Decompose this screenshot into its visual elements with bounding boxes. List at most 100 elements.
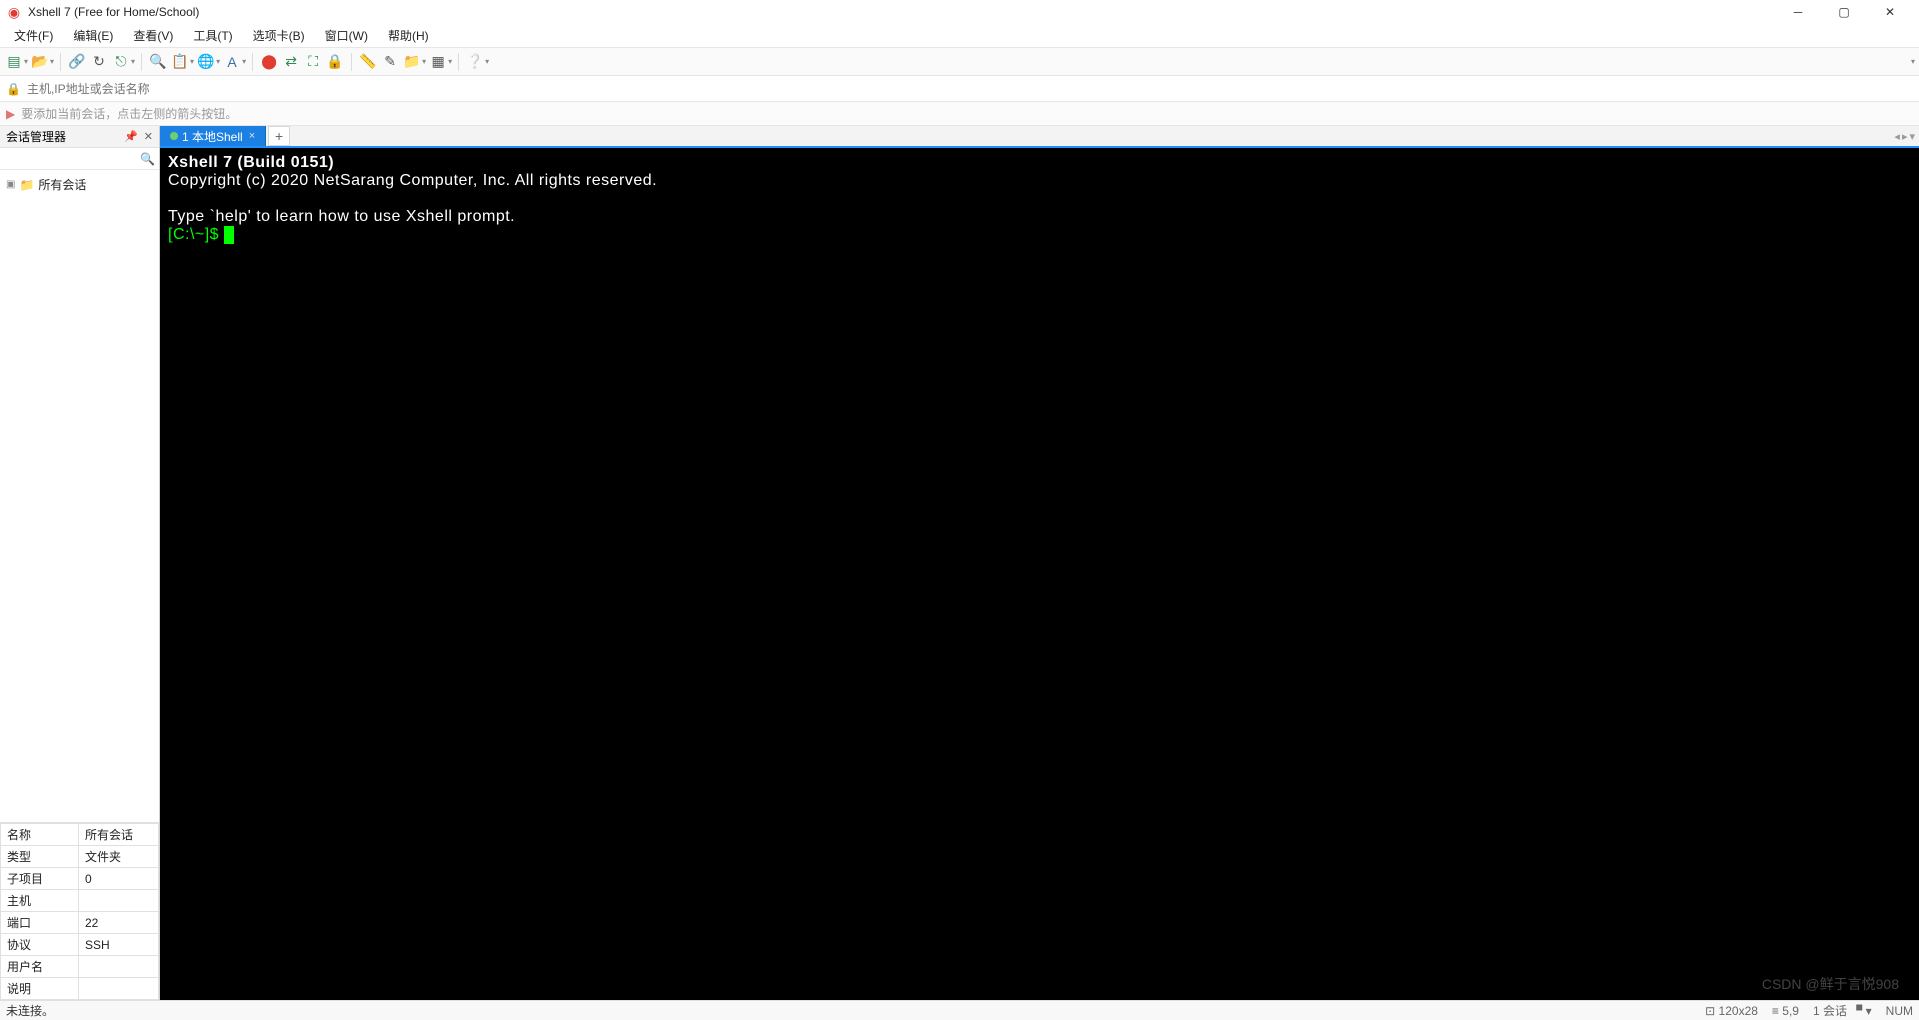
tab-next-icon[interactable]: ▸ [1902, 130, 1908, 143]
prop-row: 名称所有会话 [1, 824, 159, 846]
prop-val [79, 890, 159, 912]
swap-icon[interactable]: ⇄ [281, 52, 301, 72]
tab-strip: 1 本地Shell × + ◂ ▸ ▾ [160, 126, 1919, 148]
menu-view[interactable]: 查看(V) [125, 25, 181, 46]
prop-key: 主机 [1, 890, 79, 912]
help-icon[interactable]: ❔ [465, 52, 485, 72]
prop-key: 子项目 [1, 868, 79, 890]
tab-list-icon[interactable]: ▾ [1909, 130, 1915, 143]
prop-key: 协议 [1, 934, 79, 956]
separator [60, 53, 61, 71]
tab-prev-icon[interactable]: ◂ [1894, 130, 1900, 143]
sidebar-search[interactable]: 🔍 [0, 148, 159, 170]
ruler-icon[interactable]: 📏 [358, 52, 378, 72]
dropdown-icon[interactable]: ▾ [242, 57, 246, 66]
separator [458, 53, 459, 71]
menubar: 文件(F) 编辑(E) 查看(V) 工具(T) 选项卡(B) 窗口(W) 帮助(… [0, 24, 1919, 48]
fullscreen-icon[interactable]: ⛶ [303, 52, 323, 72]
session-properties: 名称所有会话 类型文件夹 子项目0 主机 端口22 协议SSH 用户名 说明 [0, 822, 159, 1000]
menu-tab[interactable]: 选项卡(B) [245, 25, 313, 46]
tab-label: 1 本地Shell [182, 128, 243, 145]
menu-tools[interactable]: 工具(T) [185, 25, 240, 46]
terminal-line: Copyright (c) 2020 NetSarang Computer, I… [168, 172, 657, 189]
hint-bar: ▶ 要添加当前会话，点击左侧的箭头按钮。 [0, 102, 1919, 126]
terminal-line: Type `help' to learn how to use Xshell p… [168, 208, 515, 225]
minimize-button[interactable]: ─ [1775, 0, 1821, 24]
prop-val: 22 [79, 912, 159, 934]
flag-icon: ▶ [6, 107, 15, 121]
terminal-prompt: [C:\~]$ [168, 226, 224, 243]
disconnect-icon[interactable]: ⎋ [111, 52, 131, 72]
content-area: 1 本地Shell × + ◂ ▸ ▾ Xshell 7 (Build 0151… [160, 126, 1919, 1000]
prop-key: 名称 [1, 824, 79, 846]
dropdown-icon[interactable]: ▾ [24, 57, 28, 66]
status-caps: NUM [1886, 1004, 1913, 1018]
lock-icon: 🔒 [6, 82, 21, 96]
close-button[interactable]: ✕ [1867, 0, 1913, 24]
pin-icon[interactable]: 📌 [124, 130, 138, 143]
workspace: 会话管理器 📌 ✕ 🔍 ▣ 📁 所有会话 名称所有会话 类型文件夹 子项目0 主… [0, 126, 1919, 1000]
titlebar: ◉ Xshell 7 (Free for Home/School) ─ ▢ ✕ [0, 0, 1919, 24]
status-dot-icon [170, 132, 178, 140]
terminal[interactable]: Xshell 7 (Build 0151) Copyright (c) 2020… [160, 148, 1919, 1000]
prop-val [79, 978, 159, 1000]
app-icon: ◉ [6, 4, 22, 20]
separator [141, 53, 142, 71]
expand-icon[interactable]: ▣ [6, 179, 15, 190]
session-manager-panel: 会话管理器 📌 ✕ 🔍 ▣ 📁 所有会话 名称所有会话 类型文件夹 子项目0 主… [0, 126, 160, 1000]
prop-row: 主机 [1, 890, 159, 912]
lock-icon[interactable]: 🔒 [325, 52, 345, 72]
status-connection: 未连接。 [6, 1002, 54, 1019]
close-panel-icon[interactable]: ✕ [144, 130, 153, 143]
status-term-size: ⊡ 120x28 [1705, 1004, 1758, 1018]
address-input[interactable] [27, 82, 1913, 96]
open-session-icon[interactable]: 📂 [30, 52, 50, 72]
layout-icon[interactable]: ▦ [428, 52, 448, 72]
tab-close-icon[interactable]: × [249, 130, 255, 142]
search-icon: 🔍 [140, 152, 155, 166]
prop-row: 端口22 [1, 912, 159, 934]
separator [351, 53, 352, 71]
new-session-icon[interactable]: ▤ [4, 52, 24, 72]
dropdown-icon[interactable]: ▾ [422, 57, 426, 66]
dropdown-icon[interactable]: ▾ [131, 57, 135, 66]
prop-val: 0 [79, 868, 159, 890]
tree-root-item[interactable]: ▣ 📁 所有会话 [6, 174, 153, 195]
link-icon[interactable]: 🔗 [67, 52, 87, 72]
folder-icon[interactable]: 📁 [402, 52, 422, 72]
reconnect-icon[interactable]: ↻ [89, 52, 109, 72]
record-icon[interactable]: ⬤ [259, 52, 279, 72]
dropdown-icon[interactable]: ▾ [485, 57, 489, 66]
menu-window[interactable]: 窗口(W) [317, 25, 376, 46]
toolbar-overflow-icon[interactable]: ▾ [1911, 57, 1915, 66]
tab-local-shell[interactable]: 1 本地Shell × [160, 126, 266, 146]
highlight-icon[interactable]: ✎ [380, 52, 400, 72]
status-cursor-pos: ≡ 5,9 [1772, 1004, 1799, 1018]
address-bar[interactable]: 🔒 [0, 76, 1919, 102]
dropdown-icon[interactable]: ▾ [448, 57, 452, 66]
prop-val: 所有会话 [79, 824, 159, 846]
dropdown-icon[interactable]: ▾ [216, 57, 220, 66]
sidebar-header: 会话管理器 📌 ✕ [0, 126, 159, 148]
cursor-icon [224, 226, 234, 244]
window-title: Xshell 7 (Free for Home/School) [28, 5, 199, 19]
hint-text: 要添加当前会话，点击左侧的箭头按钮。 [21, 105, 237, 122]
prop-key: 说明 [1, 978, 79, 1000]
prop-val: 文件夹 [79, 846, 159, 868]
search-icon[interactable]: 🔍 [148, 52, 168, 72]
prop-row: 说明 [1, 978, 159, 1000]
dropdown-icon[interactable]: ▾ [190, 57, 194, 66]
prop-key: 端口 [1, 912, 79, 934]
toolbar: ▤▾ 📂▾ 🔗 ↻ ⎋▾ 🔍 📋▾ 🌐▾ A▾ ⬤ ⇄ ⛶ 🔒 📏 ✎ 📁▾ ▦… [0, 48, 1919, 76]
menu-help[interactable]: 帮助(H) [380, 25, 437, 46]
maximize-button[interactable]: ▢ [1821, 0, 1867, 24]
dropdown-icon[interactable]: ▾ [50, 57, 54, 66]
prop-key: 用户名 [1, 956, 79, 978]
globe-icon[interactable]: 🌐 [196, 52, 216, 72]
new-tab-button[interactable]: + [268, 126, 290, 146]
menu-file[interactable]: 文件(F) [6, 25, 61, 46]
font-icon[interactable]: A [222, 52, 242, 72]
session-tree[interactable]: ▣ 📁 所有会话 [0, 170, 159, 822]
copy-icon[interactable]: 📋 [170, 52, 190, 72]
menu-edit[interactable]: 编辑(E) [65, 25, 121, 46]
